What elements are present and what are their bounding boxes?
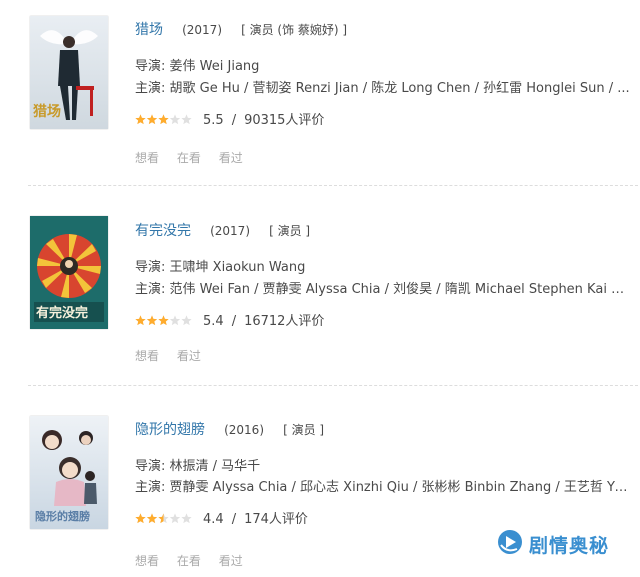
movie-poster[interactable]: 隐形的翅膀 xyxy=(30,416,108,529)
star-empty-icon xyxy=(169,114,181,125)
movie-title[interactable]: 隐形的翅膀 xyxy=(135,422,205,438)
star-empty-icon xyxy=(181,513,192,524)
movie-title[interactable]: 猎场 xyxy=(135,22,163,38)
cast-names: 胡歌 Ge Hu / 菅韧姿 Renzi Jian / 陈龙 Long Chen… xyxy=(169,81,630,96)
watermark-text: 剧情奥秘 xyxy=(529,534,610,557)
star-rating xyxy=(135,315,193,330)
director-line: 导演: 王啸坤 Xiaokun Wang xyxy=(135,256,630,275)
star-filled-icon xyxy=(146,513,158,524)
movie-role: [ 演员 (饰 蔡婉妤) ] xyxy=(241,23,348,37)
svg-text:隐形的翅膀: 隐形的翅膀 xyxy=(35,509,90,523)
watched-link[interactable]: 看过 xyxy=(177,349,201,363)
item-divider xyxy=(28,185,638,186)
cast-line: 主演: 范伟 Wei Fan / 贾静雯 Alyssa Chia / 刘俊昊 /… xyxy=(135,278,630,297)
star-filled-icon xyxy=(146,114,158,125)
star-empty-icon xyxy=(169,315,181,326)
cast-label: 主演: xyxy=(135,480,166,495)
rating-votes[interactable]: 16712人评价 xyxy=(244,314,324,329)
star-rating-graphic xyxy=(135,315,192,326)
rating-separator: / xyxy=(231,113,237,128)
cast-line: 主演: 胡歌 Ge Hu / 菅韧姿 Renzi Jian / 陈龙 Long … xyxy=(135,77,630,96)
movie-role: [ 演员 ] xyxy=(269,224,311,238)
poster-image-1: 猎场 xyxy=(30,16,108,129)
cast-names: 范伟 Wei Fan / 贾静雯 Alyssa Chia / 刘俊昊 / 隋凯 … xyxy=(169,282,630,297)
star-empty-icon xyxy=(169,513,181,524)
director-label: 导演: xyxy=(135,459,166,474)
rating-row: 5.4 / 16712人评价 xyxy=(135,310,324,330)
rating-votes[interactable]: 90315人评价 xyxy=(244,113,324,128)
movie-year: (2016) xyxy=(224,423,264,437)
want-to-watch-link[interactable]: 想看 xyxy=(135,554,159,568)
star-filled-icon xyxy=(146,315,158,326)
star-empty-icon xyxy=(181,315,192,326)
movie-title[interactable]: 有完没完 xyxy=(135,223,191,239)
director-label: 导演: xyxy=(135,59,166,74)
movie-poster[interactable]: 有完没完 xyxy=(30,216,108,329)
rating-score: 4.4 xyxy=(203,512,224,527)
action-links: 想看 在看 看过 xyxy=(135,149,257,166)
director-line: 导演: 林振清 / 马华千 xyxy=(135,455,630,474)
star-filled-icon xyxy=(158,114,169,125)
director-names: 姜伟 Wei Jiang xyxy=(169,59,260,74)
director-label: 导演: xyxy=(135,260,166,275)
star-rating-graphic xyxy=(135,513,192,524)
director-line: 导演: 姜伟 Wei Jiang xyxy=(135,55,630,74)
watermark: 剧情奥秘 xyxy=(497,528,609,560)
svg-text:有完没完: 有完没完 xyxy=(36,305,88,321)
movie-year: (2017) xyxy=(182,23,222,37)
movie-year: (2017) xyxy=(210,224,250,238)
item-divider xyxy=(28,385,638,386)
rating-separator: / xyxy=(231,512,237,527)
rating-votes[interactable]: 174人评价 xyxy=(244,512,308,527)
watermark-logo-icon xyxy=(497,529,523,559)
cast-line: 主演: 贾静雯 Alyssa Chia / 邱心志 Xinzhi Qiu / 张… xyxy=(135,476,630,495)
poster-image-3: 隐形的翅膀 xyxy=(30,416,108,529)
star-empty-icon xyxy=(181,114,192,125)
director-names: 林振清 / 马华千 xyxy=(169,459,261,474)
watched-link[interactable]: 看过 xyxy=(219,554,243,568)
cast-names: 贾静雯 Alyssa Chia / 邱心志 Xinzhi Qiu / 张彬彬 B… xyxy=(169,480,630,495)
star-filled-icon xyxy=(135,315,146,326)
star-filled-icon xyxy=(158,315,169,326)
director-names: 王啸坤 Xiaokun Wang xyxy=(169,260,306,275)
watching-link[interactable]: 在看 xyxy=(177,554,201,568)
rating-row: 5.5 / 90315人评价 xyxy=(135,109,324,129)
cast-label: 主演: xyxy=(135,81,166,96)
want-to-watch-link[interactable]: 想看 xyxy=(135,349,159,363)
watched-link[interactable]: 看过 xyxy=(219,151,243,165)
star-rating xyxy=(135,513,193,528)
star-rating-graphic xyxy=(135,114,192,125)
watching-link[interactable]: 在看 xyxy=(177,151,201,165)
action-links: 想看 看过 xyxy=(135,347,215,364)
movie-poster[interactable]: 猎场 xyxy=(30,16,108,129)
rating-separator: / xyxy=(231,314,237,329)
cast-label: 主演: xyxy=(135,282,166,297)
poster-image-2: 有完没完 xyxy=(30,216,108,329)
star-filled-icon xyxy=(135,513,146,524)
rating-score: 5.5 xyxy=(203,113,224,128)
rating-row: 4.4 / 174人评价 xyxy=(135,508,308,528)
star-rating xyxy=(135,114,193,129)
rating-score: 5.4 xyxy=(203,314,224,329)
movie-role: [ 演员 ] xyxy=(283,423,325,437)
action-links: 想看 在看 看过 xyxy=(135,552,257,569)
want-to-watch-link[interactable]: 想看 xyxy=(135,151,159,165)
star-filled-icon xyxy=(135,114,146,125)
svg-text:猎场: 猎场 xyxy=(33,103,61,120)
